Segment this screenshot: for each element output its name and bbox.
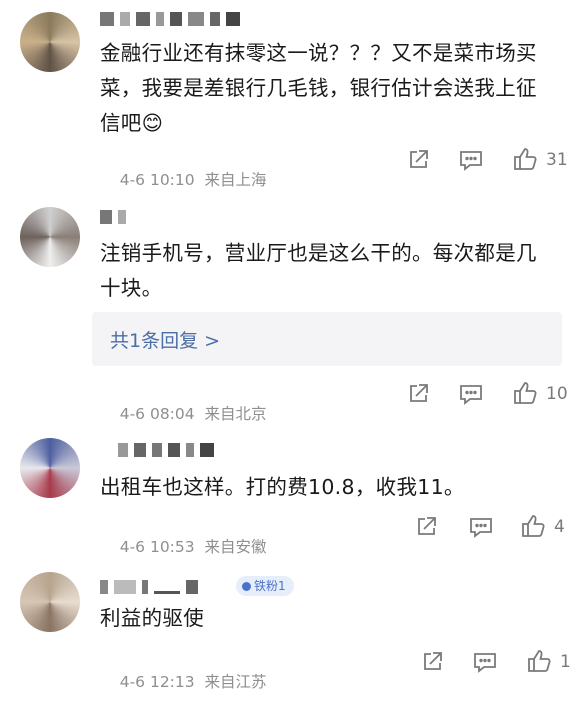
comment-location: 来自江苏 [204, 673, 267, 691]
comment-text: 利益的驱使 [100, 606, 204, 630]
comment-meta: 4-6 10:10 来自上海 [100, 150, 267, 208]
thumbs-up-icon[interactable] [512, 380, 538, 406]
username-redacted[interactable] [100, 210, 132, 224]
share-icon[interactable] [414, 515, 438, 539]
comment-location: 来自安徽 [204, 538, 267, 556]
comment-icon[interactable] [468, 515, 494, 539]
thumbs-up-icon[interactable] [512, 146, 538, 172]
comment-time: 4-6 12:13 [119, 673, 195, 691]
username-redacted[interactable] [118, 443, 220, 457]
comment-text: 金融行业还有抹零这一说？？？又不是菜市场买菜，我要是差银行几毛钱，银行估计会送我… [100, 41, 537, 135]
username-redacted[interactable] [100, 580, 204, 594]
like-count: 10 [546, 384, 568, 404]
view-replies-link[interactable]: 共1条回复 > [110, 326, 220, 353]
comment-time: 4-6 10:10 [119, 171, 195, 189]
comment-meta: 4-6 08:04 来自北京 [100, 384, 267, 442]
share-icon[interactable] [406, 148, 430, 172]
thumbs-up-icon[interactable] [526, 648, 552, 674]
like-count: 4 [554, 517, 565, 537]
reply-box[interactable]: 共1条回复 > [92, 312, 562, 366]
comment-time: 4-6 08:04 [119, 405, 195, 423]
like-count: 1 [560, 652, 571, 672]
fan-badge-label: 铁粉1 [254, 579, 286, 593]
comment-meta: 4-6 10:53 来自安徽 [100, 517, 267, 575]
avatar[interactable] [20, 572, 80, 632]
comment-time: 4-6 10:53 [119, 538, 195, 556]
avatar[interactable] [20, 12, 80, 72]
share-icon[interactable] [406, 382, 430, 406]
comment-text: 出租车也这样。打的费10.8，收我11。 [100, 475, 465, 499]
comment-icon[interactable] [472, 650, 498, 674]
comment-text: 注销手机号，营业厅也是这么干的。每次都是几十块。 [100, 241, 537, 300]
share-icon[interactable] [420, 650, 444, 674]
thumbs-up-icon[interactable] [520, 513, 546, 539]
username-redacted[interactable] [100, 12, 246, 26]
comment-icon[interactable] [458, 148, 484, 172]
fan-badge-icon [242, 582, 251, 591]
comment-icon[interactable] [458, 382, 484, 406]
comment-location: 来自北京 [204, 405, 267, 423]
avatar[interactable] [20, 207, 80, 267]
like-count: 31 [546, 150, 568, 170]
comment-meta: 4-6 12:13 来自江苏 [100, 652, 267, 710]
avatar[interactable] [20, 438, 80, 498]
comment-location: 来自上海 [204, 171, 267, 189]
fan-badge: 铁粉1 [236, 576, 294, 596]
